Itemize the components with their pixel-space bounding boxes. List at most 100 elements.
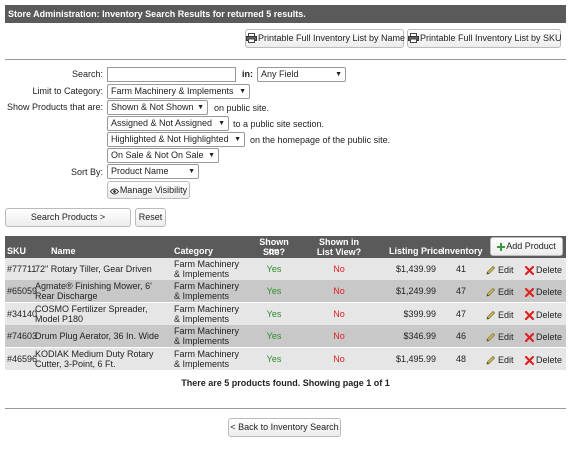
cell-category-line2: & Implements — [174, 313, 230, 324]
header-name: Name — [51, 246, 76, 256]
delete-label: Delete — [536, 265, 563, 275]
divider — [5, 408, 566, 409]
sort-value: Product Name — [111, 166, 169, 176]
header-inventory: Inventory — [442, 246, 483, 256]
print-by-name-button[interactable]: Printable Full Inventory List by Name — [245, 29, 405, 48]
pagination-summary: There are 5 products found. Showing page… — [181, 378, 390, 388]
delete-button[interactable]: Delete — [524, 265, 563, 276]
delete-button[interactable]: Delete — [524, 287, 563, 298]
add-product-label: Add Product — [506, 241, 556, 251]
edit-button[interactable]: Edit — [486, 265, 514, 275]
category-label: Limit to Category: — [32, 86, 103, 96]
manage-visibility-button[interactable]: Manage Visibility — [107, 181, 190, 199]
table-row: #34140 COSMO Fertilizer Spreader, Model P1… — [5, 302, 566, 325]
cell-name: 72" Rotary Tiller, Gear Driven — [35, 264, 152, 274]
cell-price: $1,249.99 — [395, 286, 436, 297]
cell-name-line2: Model P180 — [35, 313, 84, 324]
header-price: Listing Price — [389, 246, 444, 256]
header-inlist-line2: List View? — [316, 247, 362, 257]
delete-x-icon — [524, 355, 535, 365]
delete-button[interactable]: Delete — [524, 332, 562, 343]
sale-filter-select[interactable]: On Sale & Not On Sale ▼ — [107, 148, 219, 163]
eye-icon — [109, 188, 119, 195]
edit-button[interactable]: Edit — [486, 310, 514, 320]
edit-label: Edit — [498, 287, 514, 298]
pencil-icon — [486, 310, 496, 320]
cell-shown-on-site: Yes — [266, 353, 282, 364]
caret-down-icon: ▼ — [239, 88, 246, 95]
cell-category-line1: Farm Machinery — [174, 259, 240, 269]
cell-name: Drum Plug Aerator, 36 In. Wide — [35, 331, 160, 342]
delete-label: Delete — [536, 287, 563, 298]
cell-sku: #65059 — [7, 286, 38, 297]
edit-button[interactable]: Edit — [486, 355, 514, 365]
cell-sku: #74603 — [7, 331, 38, 342]
print-by-sku-label: Printable Full Inventory List by SKU — [420, 33, 562, 43]
category-select[interactable]: Farm Machinery & Implements ▼ — [107, 84, 250, 99]
search-input[interactable] — [107, 67, 236, 82]
highlighted-filter-select[interactable]: Highlighted & Not Highlighted ▼ — [107, 132, 245, 147]
table-row: #74603 Drum Plug Aerator, 36 In. Wide Farm… — [5, 325, 566, 348]
caret-down-icon: ▼ — [188, 168, 195, 175]
cell-shown-in-list: No — [333, 264, 345, 274]
delete-button[interactable]: Delete — [524, 310, 562, 320]
edit-label: Edit — [498, 309, 514, 320]
delete-x-icon — [524, 310, 535, 320]
cell-category-line1: Farm Machinery — [174, 326, 240, 337]
edit-button[interactable]: Edit — [486, 287, 514, 297]
reset-button[interactable]: Reset — [135, 208, 166, 227]
cell-sku: #34140 — [7, 308, 38, 319]
edit-label: Edit — [498, 265, 514, 275]
cell-shown-in-list: No — [333, 331, 345, 342]
cell-name-line1: KODIAK Medium Duty Rotary — [35, 348, 154, 359]
cell-category-line2: & Implements — [174, 336, 230, 347]
search-products-button[interactable]: Search Products > — [5, 208, 131, 227]
print-by-sku-button[interactable]: Printable Full Inventory List by SKU — [407, 29, 562, 48]
divider — [5, 59, 566, 60]
edit-button[interactable]: Edit — [486, 332, 514, 342]
cell-category-line1: Farm Machinery — [174, 281, 240, 292]
cell-inventory: 46 — [455, 331, 466, 342]
assigned-filter-select[interactable]: Assigned & Not Assigned ▼ — [107, 116, 229, 131]
edit-label: Edit — [498, 332, 514, 343]
show-products-label: Show Products that are: — [6, 102, 103, 112]
assigned-filter-suffix: to a public site section. — [233, 119, 325, 129]
delete-x-icon — [524, 333, 535, 343]
sort-select[interactable]: Product Name ▼ — [107, 164, 199, 179]
cell-name-line1: COSMO Fertilizer Spreader, — [35, 303, 148, 314]
shown-filter-suffix: on public site. — [214, 103, 270, 113]
cell-inventory: 47 — [455, 308, 466, 319]
cell-shown-in-list: No — [333, 353, 345, 364]
highlighted-filter-value: Highlighted & Not Highlighted — [111, 134, 229, 144]
cell-name-line1: Agmate® Finishing Mower, 6' — [35, 281, 152, 292]
table-header: SKU Name Category Shown on Site? Shown i… — [5, 236, 566, 258]
header-sku: SKU — [7, 246, 27, 256]
printer-icon — [408, 33, 419, 43]
caret-down-icon: ▼ — [335, 71, 342, 78]
cell-category-line2: & Implements — [174, 291, 230, 302]
cell-shown-on-site: Yes — [266, 264, 282, 274]
cell-shown-in-list: No — [333, 286, 345, 297]
cell-name-line2: Cutter, 3-Point, 6 Ft. — [35, 358, 116, 369]
sort-label: Sort By: — [70, 167, 103, 177]
cell-category-line1: Farm Machinery — [174, 348, 240, 359]
cell-price: $1,495.99 — [395, 353, 436, 364]
cell-shown-on-site: Yes — [266, 331, 282, 342]
header-category: Category — [174, 246, 214, 256]
caret-down-icon: ▼ — [197, 104, 204, 111]
caret-down-icon: ▼ — [208, 152, 215, 159]
category-value: Farm Machinery & Implements — [111, 86, 234, 96]
edit-label: Edit — [498, 354, 514, 365]
header-shown-line2: Site? — [262, 247, 285, 257]
in-label: in: — [242, 69, 253, 79]
table-row: #46596 KODIAK Medium Duty Rotary Cutter, 3… — [5, 347, 566, 370]
search-field-select[interactable]: Any Field ▼ — [257, 67, 346, 82]
back-to-search-button[interactable]: < Back to Inventory Search — [228, 418, 341, 437]
table-row: #65059 Agmate® Finishing Mower, 6' Rear Di… — [5, 280, 566, 303]
cell-category-line2: & Implements — [174, 269, 230, 279]
cell-price: $1,439.99 — [395, 264, 436, 274]
sale-filter-value: On Sale & Not On Sale — [111, 150, 204, 160]
delete-button[interactable]: Delete — [524, 355, 562, 365]
add-product-button[interactable]: Add Product — [490, 237, 563, 256]
shown-filter-select[interactable]: Shown & Not Shown ▼ — [107, 100, 208, 115]
